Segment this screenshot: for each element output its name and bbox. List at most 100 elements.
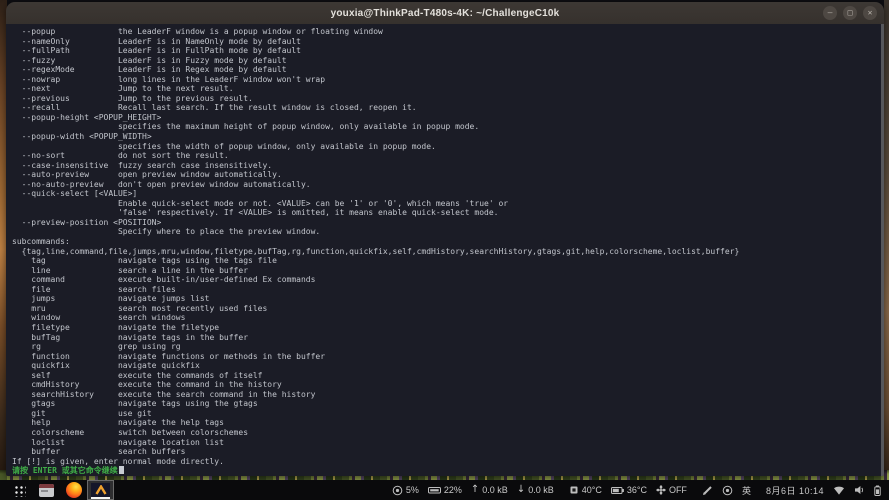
wallpaper-right-strip <box>884 0 889 480</box>
terminal-line: --fuzzy LeaderF is in Fuzzy mode by defa… <box>12 56 884 66</box>
tray-pencil[interactable] <box>702 485 713 496</box>
terminal-line: --previous Jump to the previous result. <box>12 94 884 104</box>
terminal-line: window search windows <box>12 313 884 323</box>
terminal-line: bufTag navigate tags in the buffer <box>12 333 884 343</box>
terminal-line: --case-insensitive fuzzy search case ins… <box>12 161 884 171</box>
wifi-icon <box>833 485 845 495</box>
launcher-area <box>0 480 114 500</box>
window-title: youxia@ThinkPad-T480s-4K: ~/ChallengeC10… <box>331 8 560 19</box>
active-terminal-launcher[interactable] <box>87 480 114 500</box>
terminal-line: self execute the commands of itself <box>12 371 884 381</box>
tray-label: 5% <box>406 485 419 495</box>
terminal-line: If [!] is given, enter normal mode direc… <box>12 457 884 467</box>
tray-gauge[interactable]: 5% <box>392 485 419 496</box>
tray-upload-arrow[interactable]: ↑0.0 kB <box>471 485 508 495</box>
terminal-line: --next Jump to the next result. <box>12 84 884 94</box>
terminal-line: gtags navigate tags using the gtags <box>12 399 884 409</box>
fan-icon <box>656 485 666 495</box>
terminal-cursor <box>119 466 124 474</box>
tray-label: 22% <box>444 485 462 495</box>
tray-input-method[interactable]: 英 <box>742 484 751 497</box>
tray-battery[interactable] <box>874 485 881 496</box>
firefox-icon <box>66 482 82 498</box>
terminal-app-icon <box>91 483 110 498</box>
terminal-line: rg grep using rg <box>12 342 884 352</box>
tray-battery-temp[interactable]: 36°C <box>611 485 647 495</box>
tray-label: 0.0 kB <box>528 485 554 495</box>
app-grid-launcher[interactable] <box>6 480 33 500</box>
download-arrow-icon: ↓ <box>517 485 525 495</box>
tray-record[interactable] <box>722 485 733 496</box>
terminal-line: --preview-position <POSITION> <box>12 218 884 228</box>
minimize-button[interactable]: – <box>823 6 837 20</box>
record-icon <box>722 485 733 496</box>
terminal-line: tag navigate tags using the tags file <box>12 256 884 266</box>
terminal-line: --popup-height <POPUP_HEIGHT> <box>12 113 884 123</box>
tray-volume[interactable] <box>854 485 865 495</box>
pencil-icon <box>702 485 713 496</box>
terminal-window: youxia@ThinkPad-T480s-4K: ~/ChallengeC10… <box>6 2 884 476</box>
taskbar-panel: 5%22%↑0.0 kB↓0.0 kB40°C36°COFF英8月6日 10:1… <box>0 480 889 500</box>
terminal-line: --quick-select [<VALUE>] <box>12 189 884 199</box>
app-grid-icon <box>13 484 26 497</box>
terminal-line: quickfix navigate quickfix <box>12 361 884 371</box>
scrollbar[interactable] <box>881 24 884 476</box>
terminal-line: line search a line in the buffer <box>12 266 884 276</box>
terminal-line: subcommands: <box>12 237 884 247</box>
memory-icon <box>428 485 441 495</box>
window-controls: – □ ✕ <box>823 2 877 24</box>
terminal-line: --nowrap long lines in the LeaderF windo… <box>12 75 884 85</box>
terminal-line: {tag,line,command,file,jumps,mru,window,… <box>12 247 884 257</box>
terminal-line: --no-auto-preview don't open preview win… <box>12 180 884 190</box>
terminal-line: --popup-width <POPUP_WIDTH> <box>12 132 884 142</box>
terminal-line: colorscheme switch between colorschemes <box>12 428 884 438</box>
maximize-button[interactable]: □ <box>843 6 857 20</box>
tray-label: 40°C <box>582 485 602 495</box>
firefox-launcher[interactable] <box>60 480 87 500</box>
terminal-line: --nameOnly LeaderF is in NameOnly mode b… <box>12 37 884 47</box>
cpu-temp-icon <box>569 485 579 495</box>
terminal-line: command execute built-in/user-defined Ex… <box>12 275 884 285</box>
system-tray: 5%22%↑0.0 kB↓0.0 kB40°C36°COFF英8月6日 10:1… <box>392 480 889 500</box>
terminal-line: Enable quick-select mode or not. <VALUE>… <box>12 199 884 209</box>
terminal-line: Specify where to place the preview windo… <box>12 227 884 237</box>
terminal-line: --auto-preview open preview window autom… <box>12 170 884 180</box>
window-titlebar[interactable]: youxia@ThinkPad-T480s-4K: ~/ChallengeC10… <box>6 2 884 24</box>
terminal-line: mru search most recently used files <box>12 304 884 314</box>
terminal-line: --fullPath LeaderF is in FullPath mode b… <box>12 46 884 56</box>
close-button[interactable]: ✕ <box>863 6 877 20</box>
terminal-line: --recall Recall last search. If the resu… <box>12 103 884 113</box>
terminal-line: cmdHistory execute the command in the hi… <box>12 380 884 390</box>
terminal-line: git use git <box>12 409 884 419</box>
terminal-line: buffer search buffers <box>12 447 884 457</box>
hit-enter-prompt-text: 请按 ENTER 或其它命令继续 <box>12 466 118 475</box>
tray-fan[interactable]: OFF <box>656 485 687 495</box>
tray-download-arrow[interactable]: ↓0.0 kB <box>517 485 554 495</box>
battery-icon <box>874 485 881 496</box>
clock[interactable]: 8月6日 10:14 <box>766 484 824 497</box>
terminal-line: specifies the maximum height of popup wi… <box>12 122 884 132</box>
tray-memory[interactable]: 22% <box>428 485 462 495</box>
tray-label: 英 <box>742 484 751 497</box>
terminal-line: help navigate the help tags <box>12 418 884 428</box>
tray-cpu-temp[interactable]: 40°C <box>569 485 602 495</box>
terminal-line: file search files <box>12 285 884 295</box>
terminal-line: 'false' respectively. If <VALUE> is omit… <box>12 208 884 218</box>
desktop: youxia@ThinkPad-T480s-4K: ~/ChallengeC10… <box>0 0 889 500</box>
gauge-icon <box>392 485 403 496</box>
tray-label: 0.0 kB <box>482 485 508 495</box>
terminal-line: --no-sort do not sort the result. <box>12 151 884 161</box>
terminal-line: loclist navigate location list <box>12 438 884 448</box>
terminal-line: function navigate functions or methods i… <box>12 352 884 362</box>
volume-icon <box>854 485 865 495</box>
window-launcher[interactable] <box>33 480 60 500</box>
tray-wifi[interactable] <box>833 485 845 495</box>
tray-label: 36°C <box>627 485 647 495</box>
window-icon <box>39 484 54 497</box>
battery-temp-icon <box>611 486 624 495</box>
terminal-line: specifies the width of popup window, onl… <box>12 142 884 152</box>
upload-arrow-icon: ↑ <box>471 485 479 495</box>
tray-label: OFF <box>669 485 687 495</box>
hit-enter-prompt: 请按 ENTER 或其它命令继续 <box>12 466 884 476</box>
terminal-output[interactable]: --popup the LeaderF window is a popup wi… <box>6 24 884 476</box>
